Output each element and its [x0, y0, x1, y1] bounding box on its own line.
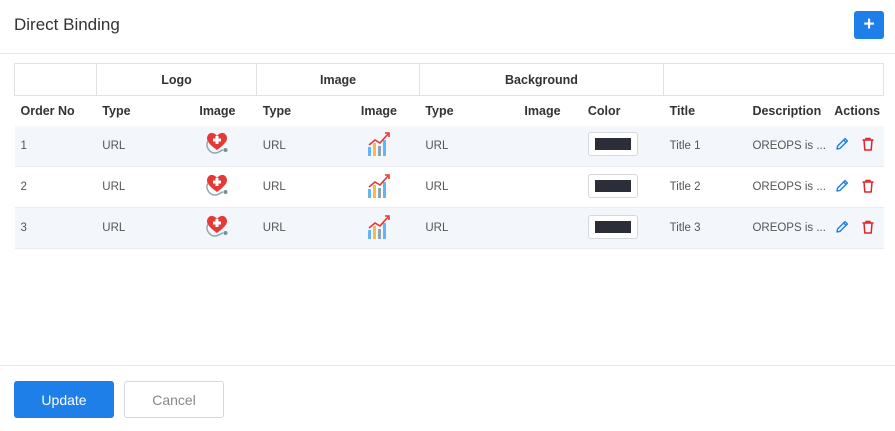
col-order-no: Order No	[20, 103, 75, 118]
col-title: Title	[669, 103, 696, 118]
cell-title: Title 1	[663, 125, 747, 167]
cell-actions	[828, 166, 884, 208]
cell-logo-type: URL	[96, 166, 179, 208]
col-color: Color	[587, 103, 621, 118]
chart-icon	[364, 129, 394, 159]
cell-color	[581, 125, 664, 167]
cell-bg-image	[503, 125, 582, 167]
heart-stethoscope-icon	[201, 128, 233, 160]
group-background: Background	[418, 63, 665, 96]
chart-icon	[364, 171, 394, 201]
cell-logo-image	[178, 125, 257, 167]
col-bg-type: Type	[425, 103, 454, 118]
table-row: 2 URL URL URL Title 2 OREOPS is ...	[14, 166, 884, 208]
color-swatch	[594, 179, 631, 192]
table-row: 1 URL URL URL Title 1 OREOPS is ...	[14, 125, 884, 167]
cell-bg-type: URL	[419, 166, 504, 208]
col-image-image: Image	[360, 103, 398, 118]
update-button[interactable]: Update	[14, 381, 114, 418]
trash-icon[interactable]	[860, 219, 876, 235]
cell-color	[581, 207, 664, 249]
dialog-footer: Update Cancel	[0, 365, 895, 431]
heart-stethoscope-icon	[201, 170, 233, 202]
cell-image-image	[338, 166, 420, 208]
cell-logo-image	[178, 207, 257, 249]
cell-bg-type: URL	[419, 207, 504, 249]
dialog-header: Direct Binding +	[0, 0, 895, 54]
cell-image-image	[338, 207, 420, 249]
col-actions: Actions	[834, 103, 881, 118]
cell-description: OREOPS is ...	[746, 207, 829, 249]
group-header-row: Logo Image Background	[14, 63, 884, 96]
cell-order-no: 3	[14, 207, 97, 249]
cell-bg-image	[503, 207, 582, 249]
cell-title: Title 3	[663, 207, 747, 249]
cell-actions	[828, 125, 884, 167]
cell-description: OREOPS is ...	[746, 125, 829, 167]
cell-color	[581, 166, 664, 208]
col-image-type: Type	[262, 103, 292, 118]
trash-icon[interactable]	[860, 136, 876, 152]
group-empty	[14, 63, 97, 96]
group-empty-right	[663, 63, 884, 96]
col-description: Description	[752, 103, 822, 118]
cell-logo-type: URL	[96, 125, 179, 167]
chart-icon	[364, 212, 394, 242]
pencil-icon[interactable]	[834, 136, 850, 152]
cancel-button[interactable]: Cancel	[124, 381, 224, 418]
color-picker[interactable]	[587, 173, 638, 198]
column-header-row: Order No Type Image Type Image Type Imag…	[15, 96, 884, 126]
cell-image-type: URL	[256, 125, 339, 167]
color-picker[interactable]	[587, 132, 638, 157]
col-bg-image: Image	[524, 103, 561, 118]
col-logo-type: Type	[102, 103, 131, 118]
group-image: Image	[256, 63, 420, 96]
trash-icon[interactable]	[860, 178, 876, 194]
page-title: Direct Binding	[14, 15, 120, 34]
binding-table: Logo Image Background Order No Type Imag…	[14, 63, 884, 249]
heart-stethoscope-icon	[201, 211, 233, 243]
cell-title: Title 2	[663, 166, 747, 208]
color-swatch	[594, 220, 631, 233]
cell-image-type: URL	[256, 166, 339, 208]
cell-order-no: 2	[14, 166, 97, 208]
cell-order-no: 1	[14, 125, 97, 167]
color-swatch	[594, 138, 631, 151]
cell-image-image	[338, 125, 420, 167]
group-logo: Logo	[95, 63, 258, 96]
cell-actions	[828, 207, 884, 249]
cell-bg-image	[503, 166, 582, 208]
cell-bg-type: URL	[419, 125, 504, 167]
cell-logo-type: URL	[96, 207, 179, 249]
cell-logo-image	[178, 166, 257, 208]
col-logo-image: Image	[199, 103, 236, 118]
cell-description: OREOPS is ...	[746, 166, 829, 208]
color-picker[interactable]	[587, 214, 638, 239]
pencil-icon[interactable]	[834, 219, 850, 235]
table-row: 3 URL URL URL Title 3 OREOPS is ...	[14, 207, 884, 249]
pencil-icon[interactable]	[834, 178, 850, 194]
cell-image-type: URL	[256, 207, 339, 249]
add-row-button[interactable]: +	[854, 11, 884, 39]
